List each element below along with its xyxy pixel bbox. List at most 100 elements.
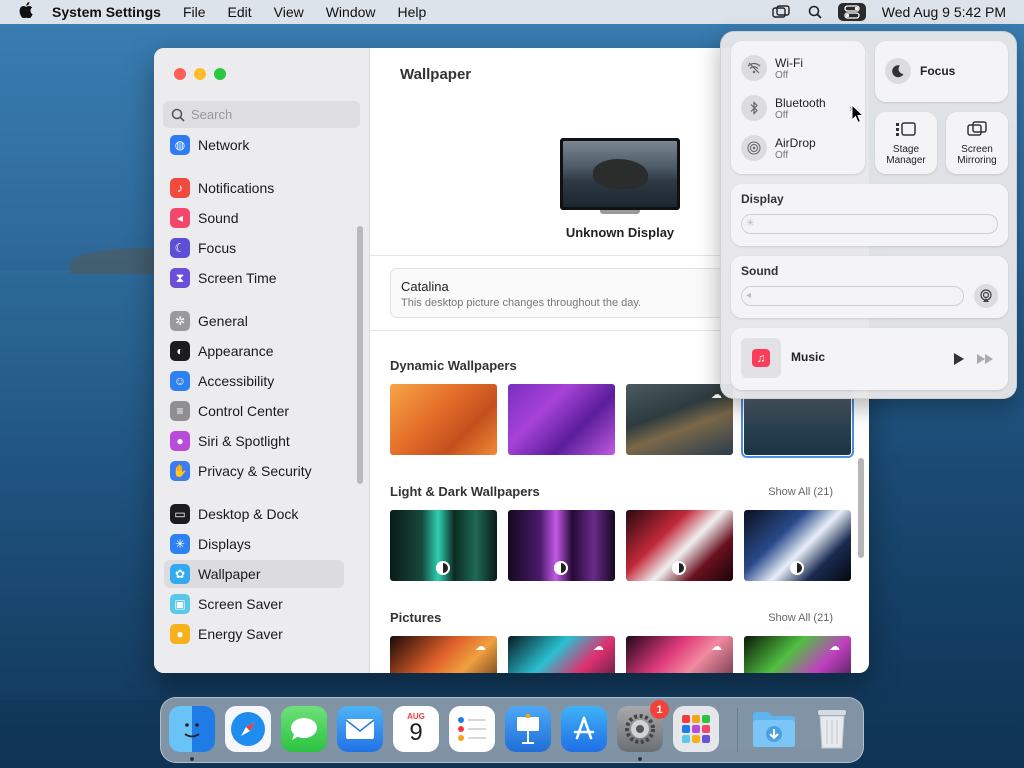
toggles-icon: ≡ xyxy=(170,401,190,421)
menubar-clock[interactable]: Wed Aug 9 5:42 PM xyxy=(872,4,1024,20)
light-dark-show-all-button[interactable]: Show All (21) xyxy=(768,486,833,498)
sidebar-item-label: Energy Saver xyxy=(198,626,283,642)
sidebar-item-sound[interactable]: ◂ Sound xyxy=(164,204,344,232)
close-window-button[interactable] xyxy=(174,68,186,80)
wifi-off-icon xyxy=(741,55,767,81)
section-pictures-title: Pictures xyxy=(390,610,442,625)
play-icon[interactable] xyxy=(953,352,965,366)
control-center-menubar-icon[interactable] xyxy=(837,3,866,21)
messages-icon[interactable] xyxy=(281,706,327,752)
wallpaper-thumb-mac-red[interactable] xyxy=(626,510,733,581)
menu-file[interactable]: File xyxy=(172,4,217,20)
sun-icon: ✳ xyxy=(170,534,190,554)
download-cloud-icon[interactable]: ☁ xyxy=(593,640,609,653)
sidebar-item-displays[interactable]: ✳ Displays xyxy=(164,530,344,558)
sidebar-item-appearance[interactable]: ◐ Appearance xyxy=(164,337,344,365)
main-scrollbar[interactable] xyxy=(858,458,864,558)
volume-slider[interactable]: ◂ xyxy=(741,286,964,306)
mail-icon[interactable] xyxy=(337,706,383,752)
page-title: Wallpaper xyxy=(400,66,472,83)
wallpaper-thumb-picture-3[interactable]: ☁ xyxy=(626,636,733,673)
sidebar-item-desktop-dock[interactable]: ▭ Desktop & Dock xyxy=(164,500,344,528)
pictures-show-all-button[interactable]: Show All (21) xyxy=(768,612,833,624)
desktop-sea xyxy=(0,270,160,700)
menu-bar: System Settings File Edit View Window He… xyxy=(0,0,1024,24)
screen-mirroring-menubar-icon[interactable] xyxy=(770,3,792,21)
calendar-icon[interactable]: AUG 9 xyxy=(393,706,439,752)
display-preview xyxy=(560,138,680,214)
apple-menu-icon[interactable] xyxy=(0,1,52,23)
wallpaper-thumb-picture-2[interactable]: ☁ xyxy=(508,636,615,673)
zoom-window-button[interactable] xyxy=(214,68,226,80)
sidebar-item-network[interactable]: ◍ Network xyxy=(164,131,344,159)
bluetooth-status: Off xyxy=(775,109,789,121)
sidebar-item-notifications[interactable]: ♪ Notifications xyxy=(164,174,344,202)
sidebar-item-privacy-security[interactable]: ✋ Privacy & Security xyxy=(164,457,344,485)
sidebar-item-wallpaper[interactable]: ✿ Wallpaper xyxy=(164,560,344,588)
download-cloud-icon[interactable]: ☁ xyxy=(475,640,491,653)
finder-icon[interactable] xyxy=(169,706,215,752)
sidebar: Search ◍ Network ♪ Notifications ◂ Sound ☾ Focu… xyxy=(154,48,370,673)
sidebar-scrollbar[interactable] xyxy=(357,226,363,484)
wallpaper-thumb-picture-4[interactable]: ☁ xyxy=(744,636,851,673)
keynote-icon[interactable] xyxy=(505,706,551,752)
sidebar-item-energy-saver[interactable]: ● Energy Saver xyxy=(164,620,344,648)
reminders-icon[interactable] xyxy=(449,706,495,752)
sidebar-item-general[interactable]: ✲ General xyxy=(164,307,344,335)
launchpad-icon[interactable] xyxy=(673,706,719,752)
downloads-folder-icon[interactable] xyxy=(751,706,797,752)
display-brightness-slider[interactable]: ✳ xyxy=(741,214,998,234)
stage-manager-label-1: Stage xyxy=(892,144,920,155)
wifi-toggle[interactable]: Wi-Fi Off xyxy=(741,55,803,81)
airdrop-toggle[interactable]: AirDrop Off xyxy=(741,135,816,161)
sidebar-item-screen-time[interactable]: ⧗ Screen Time xyxy=(164,264,344,292)
section-light-dark-title: Light & Dark Wallpapers xyxy=(390,484,540,499)
airplay-audio-icon[interactable] xyxy=(974,284,998,308)
sidebar-item-control-center[interactable]: ≡ Control Center xyxy=(164,397,344,425)
sidebar-item-accessibility[interactable]: ☺ Accessibility xyxy=(164,367,344,395)
trash-icon[interactable] xyxy=(809,706,855,752)
dock: AUG 9 1 xyxy=(160,697,864,763)
sidebar-item-label: Appearance xyxy=(198,343,274,359)
section-dynamic-title: Dynamic Wallpapers xyxy=(390,358,517,373)
wallpaper-thumb-ventura[interactable] xyxy=(390,384,497,455)
wallpaper-thumb-monterey[interactable] xyxy=(508,384,615,455)
spotlight-search-icon[interactable] xyxy=(804,3,826,21)
music-title: Music xyxy=(791,350,826,364)
siri-icon: ● xyxy=(170,431,190,451)
menu-app-name[interactable]: System Settings xyxy=(52,4,172,20)
screen-mirroring-tile[interactable]: Screen Mirroring xyxy=(946,112,1008,174)
wallpaper-thumb-mac-purple[interactable] xyxy=(508,510,615,581)
download-cloud-icon[interactable]: ☁ xyxy=(829,640,845,653)
menu-window[interactable]: Window xyxy=(315,4,387,20)
settings-badge: 1 xyxy=(650,700,669,719)
wallpaper-thumb-picture-1[interactable]: ☁ xyxy=(390,636,497,673)
sidebar-item-focus[interactable]: ☾ Focus xyxy=(164,234,344,262)
moon-icon xyxy=(885,58,911,84)
settings-icon[interactable]: 1 xyxy=(617,700,669,752)
menu-edit[interactable]: Edit xyxy=(217,4,263,20)
sidebar-item-siri-spotlight[interactable]: ● Siri & Spotlight xyxy=(164,427,344,455)
menu-help[interactable]: Help xyxy=(387,4,438,20)
wallpaper-thumb-mac-blue[interactable] xyxy=(744,510,851,581)
menu-view[interactable]: View xyxy=(263,4,315,20)
safari-icon[interactable] xyxy=(225,706,271,752)
bluetooth-toggle[interactable]: Bluetooth Off xyxy=(741,95,826,121)
wallpaper-thumb-mac-green[interactable] xyxy=(390,510,497,581)
speaker-icon: ◂ xyxy=(170,208,190,228)
music-note-icon: ♫ xyxy=(752,349,770,367)
finder-running-dot xyxy=(190,757,194,761)
fast-forward-icon[interactable] xyxy=(976,353,994,365)
focus-label: Focus xyxy=(920,64,956,78)
moon-icon: ☾ xyxy=(170,238,190,258)
calendar-day: 9 xyxy=(409,718,423,746)
appstore-icon[interactable] xyxy=(561,706,607,752)
airdrop-label: AirDrop xyxy=(775,135,816,150)
focus-tile[interactable]: Focus xyxy=(875,41,1008,102)
wallpaper-thumb-big-sur[interactable]: ☁ xyxy=(626,384,733,455)
sidebar-search-field[interactable]: Search xyxy=(163,101,360,128)
download-cloud-icon[interactable]: ☁ xyxy=(711,640,727,653)
minimize-window-button[interactable] xyxy=(194,68,206,80)
stage-manager-tile[interactable]: Stage Manager xyxy=(875,112,937,174)
sidebar-item-screen-saver[interactable]: ▣ Screen Saver xyxy=(164,590,344,618)
